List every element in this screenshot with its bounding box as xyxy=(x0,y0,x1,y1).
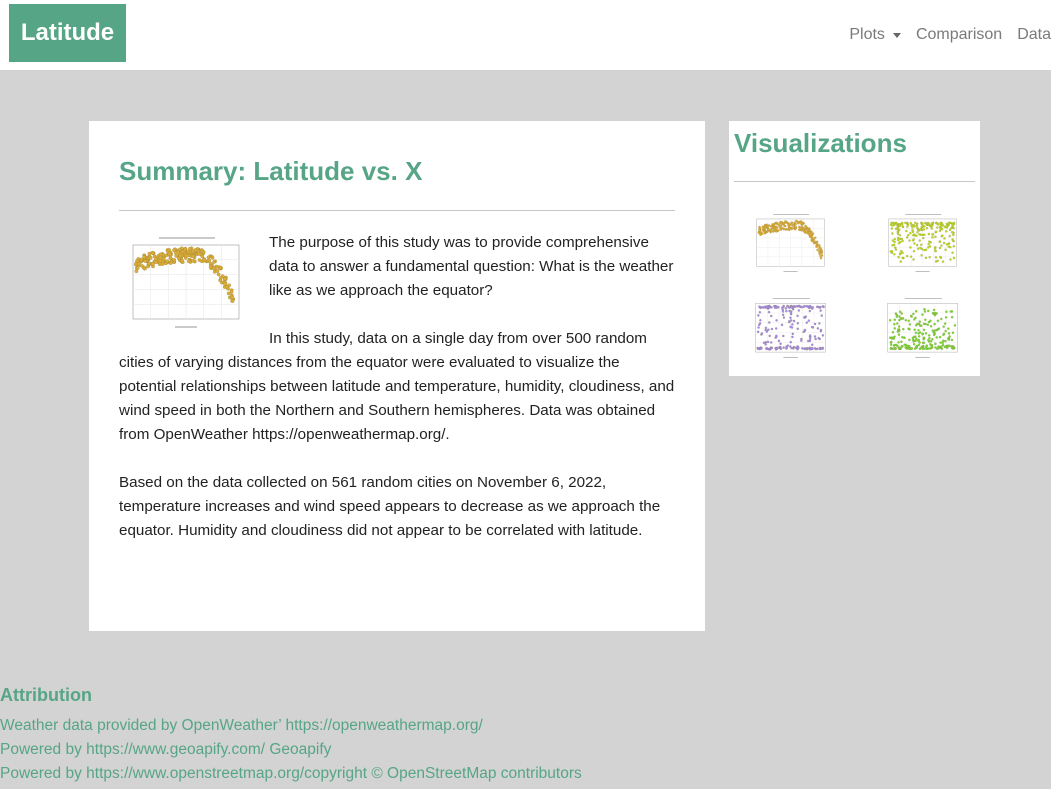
attribution-title: Attribution xyxy=(0,685,92,705)
temperature-plot-image xyxy=(132,237,240,328)
thumb-wind-speed-plot[interactable] xyxy=(877,294,963,360)
summary-paragraph-3: Based on the data collected on 561 rando… xyxy=(119,474,661,539)
thumb-cloudiness-plot[interactable] xyxy=(745,294,831,360)
caret-down-icon xyxy=(892,32,901,38)
summary-paragraph-2: In this study, data on a single day from… xyxy=(119,330,675,443)
visualizations-divider xyxy=(734,181,975,182)
summary-content: The purpose of this study was to provide… xyxy=(119,231,675,543)
nav-plots-label: Plots xyxy=(849,26,885,43)
visualizations-title: Visualizations xyxy=(734,128,907,158)
visualizations-card: Visualizations xyxy=(729,121,980,376)
thumb-humidity-plot[interactable] xyxy=(877,210,963,274)
attribution-geoapify[interactable]: Powered by https://www.geoapify.com/ Geo… xyxy=(0,739,331,761)
thumb-temperature-plot[interactable] xyxy=(745,210,831,274)
brand-logo[interactable]: Latitude xyxy=(9,4,126,62)
nav-plots-dropdown[interactable]: Plots xyxy=(849,26,901,44)
attribution-openstreetmap[interactable]: Powered by https://www.openstreetmap.org… xyxy=(0,763,582,785)
page-title: Summary: Latitude vs. X xyxy=(119,156,423,186)
nav-comparison-link[interactable]: Comparison xyxy=(916,26,1002,44)
nav-data-link[interactable]: Data xyxy=(1017,26,1051,44)
navbar: Latitude Plots Comparison Data xyxy=(0,0,1051,70)
attribution-openweather[interactable]: Weather data provided by OpenWeather’ ht… xyxy=(0,715,483,737)
nav-links: Plots Comparison Data xyxy=(834,0,1051,70)
title-divider xyxy=(119,210,675,211)
summary-card: Summary: Latitude vs. X The purpose of t… xyxy=(89,121,705,631)
